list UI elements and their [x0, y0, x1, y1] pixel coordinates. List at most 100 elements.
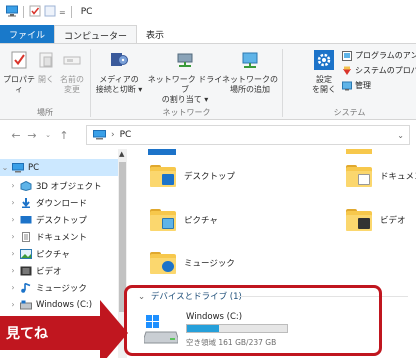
netdrive-label-2: の割り当て ▾ [161, 95, 209, 104]
properties-label: プロパティ [3, 75, 35, 94]
properties-icon [11, 51, 27, 69]
netdrive-label-1: ネットワーク ドライブ [147, 75, 223, 94]
pc-icon [12, 162, 24, 172]
netloc-label-1: ネットワークの [222, 75, 278, 84]
expand-chevron-icon[interactable]: › [8, 266, 18, 275]
address-history-chevron-icon[interactable]: ⌄ [397, 131, 404, 140]
window-title: PC [80, 7, 93, 17]
add-network-location-button[interactable]: ネットワークの 場所の追加 [222, 50, 278, 95]
up-arrow-icon[interactable]: ↑ [56, 129, 72, 142]
open-icon [39, 52, 53, 68]
download-icon [22, 197, 30, 208]
partial-folder-icon [346, 149, 372, 154]
navigation-bar: ← → ⌄ ↑ › PC ⌄ [0, 122, 416, 148]
cube-icon [20, 180, 32, 191]
network-location-icon [242, 52, 258, 68]
folder-label: デスクトップ [184, 172, 236, 182]
forward-arrow-icon[interactable]: → [24, 129, 40, 142]
address-bar[interactable]: › PC ⌄ [86, 125, 410, 145]
music-folder-icon [150, 252, 176, 274]
manage-button[interactable]: 管理 [342, 80, 371, 91]
expand-chevron-icon[interactable]: › [8, 249, 18, 258]
videos-folder-icon [346, 209, 372, 231]
breadcrumb-separator-icon: › [111, 130, 115, 140]
uninstall-programs-button[interactable]: プログラムのアン [342, 50, 416, 61]
pc-icon [6, 5, 18, 20]
scroll-up-arrow-icon[interactable]: ▲ [119, 150, 124, 158]
location-group-label: 場所 [37, 108, 53, 117]
tree-label: デスクトップ [36, 215, 88, 226]
document-icon [22, 231, 30, 242]
highlight-box [124, 285, 382, 356]
tree-label: ミュージック [36, 283, 87, 294]
open-label: 開く [38, 75, 54, 84]
tree-item-desktop[interactable]: › デスクトップ [8, 211, 87, 228]
folder-pictures[interactable]: ピクチャ [150, 209, 218, 231]
explorer-window: = PC ファイル コンピューター 表示 プロパティ 開く 名前の 変更 場所 … [0, 0, 416, 358]
manage-label: 管理 [355, 81, 371, 90]
programs-label: プログラムのアン [355, 51, 416, 60]
rename-label-1: 名前の [60, 75, 84, 84]
media-connect-button[interactable]: メディアの 接続と切断 ▾ [93, 50, 145, 95]
tree-label: Windows (C:) [36, 299, 93, 310]
pictures-folder-icon [150, 209, 176, 231]
tree-label: PC [28, 162, 40, 173]
desktop-folder-icon [150, 165, 176, 187]
properties-button[interactable]: プロパティ [2, 50, 36, 95]
rename-button[interactable]: 名前の 変更 [57, 50, 87, 95]
expand-chevron-icon[interactable]: › [8, 232, 18, 241]
system-properties-button[interactable]: システムのプロパ [342, 65, 416, 76]
callout-text: 見てね [6, 326, 48, 342]
expand-chevron-icon[interactable]: ⌄ [0, 163, 10, 172]
system-group-label: システム [333, 108, 366, 117]
expand-chevron-icon[interactable]: › [8, 181, 18, 190]
properties-quick-icon[interactable] [29, 5, 41, 20]
expand-chevron-icon[interactable]: › [8, 198, 18, 207]
map-network-drive-button[interactable]: ネットワーク ドライブ の割り当て ▾ [146, 50, 224, 105]
tree-item-videos[interactable]: › ビデオ [8, 262, 62, 279]
back-arrow-icon[interactable]: ← [8, 129, 24, 142]
documents-folder-icon [346, 165, 372, 187]
tree-label: 3D オブジェクト [36, 181, 102, 192]
folder-label: ピクチャ [184, 216, 218, 226]
open-settings-button[interactable]: 設定 を開く [306, 50, 342, 95]
callout-arrow [100, 300, 128, 358]
tree-label: ビデオ [36, 266, 62, 277]
manage-icon [342, 81, 352, 90]
ribbon: プロパティ 開く 名前の 変更 場所 メディアの 接続と切断 ▾ ネットワーク … [0, 43, 416, 120]
ribbon-tabs: ファイル コンピューター 表示 [0, 25, 416, 43]
tab-view[interactable]: 表示 [137, 25, 173, 43]
expand-chevron-icon[interactable]: › [8, 300, 18, 309]
tree-item-pc[interactable]: ⌄ PC [0, 159, 118, 176]
breadcrumb-pc[interactable]: PC [120, 130, 132, 140]
tree-item-downloads[interactable]: › ダウンロード [8, 194, 87, 211]
expand-chevron-icon[interactable]: › [8, 215, 18, 224]
folder-label: ミュージック [184, 259, 235, 269]
customize-quick-access-icon[interactable]: = [59, 8, 66, 17]
drive-icon [20, 300, 32, 309]
folder-desktop[interactable]: デスクトップ [150, 165, 235, 187]
netloc-label-2: 場所の追加 [230, 85, 270, 94]
callout-banner: 見てね [0, 316, 112, 350]
open-button[interactable]: 開く [35, 50, 57, 85]
partial-folder-icon [148, 149, 176, 155]
network-drive-icon [177, 53, 193, 67]
settings-label-2: を開く [312, 85, 336, 94]
tab-file[interactable]: ファイル [0, 25, 55, 43]
tree-item-music[interactable]: › ミュージック [8, 279, 87, 296]
gear-icon [314, 50, 334, 70]
tab-computer[interactable]: コンピューター [54, 25, 138, 43]
tree-item-windows-c[interactable]: › Windows (C:) [8, 296, 92, 313]
media-icon [111, 53, 128, 66]
tree-item-3d-objects[interactable]: › 3D オブジェクト [8, 177, 102, 194]
tree-label: ドキュメント [36, 232, 88, 243]
divider [23, 6, 24, 18]
folder-music[interactable]: ミュージック [150, 252, 235, 274]
folder-videos[interactable]: ビデオ [346, 209, 406, 231]
new-folder-quick-icon[interactable] [44, 5, 56, 20]
expand-chevron-icon[interactable]: › [8, 283, 18, 292]
folder-documents[interactable]: ドキュメント [346, 165, 416, 187]
recent-locations-chevron-icon[interactable]: ⌄ [40, 131, 56, 139]
tree-item-documents[interactable]: › ドキュメント [8, 228, 87, 245]
tree-item-pictures[interactable]: › ピクチャ [8, 245, 70, 262]
